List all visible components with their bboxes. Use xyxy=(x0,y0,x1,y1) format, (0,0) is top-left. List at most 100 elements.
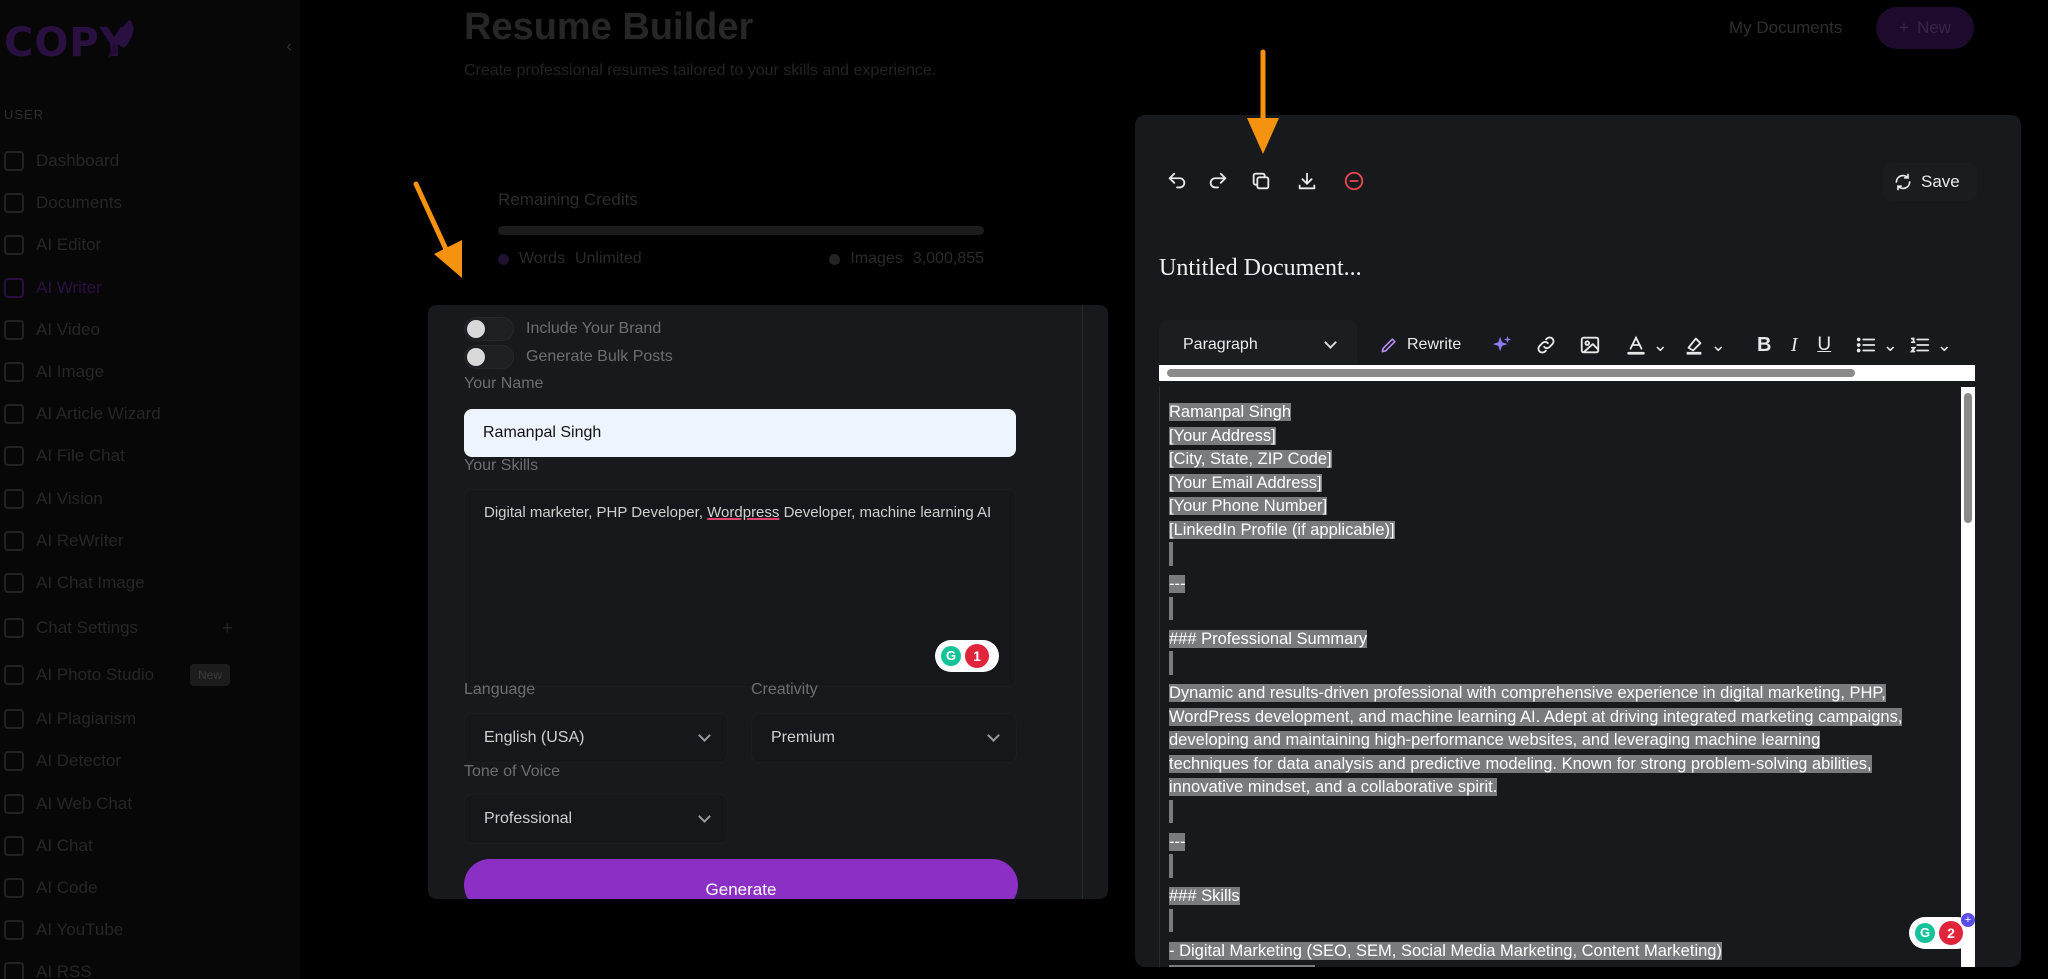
grammarly-badge[interactable]: G 2 + xyxy=(1909,913,1975,949)
grammarly-badge[interactable]: G 1 xyxy=(935,640,999,672)
my-documents-link[interactable]: My Documents xyxy=(1729,18,1842,38)
sidebar-item-ai-rewriter[interactable]: AI ReWriter xyxy=(0,520,300,562)
paragraph-style-value: Paragraph xyxy=(1183,336,1258,353)
sidebar-item-ai-plagiarism[interactable]: AI Plagiarism xyxy=(0,698,300,740)
plus-icon[interactable]: + xyxy=(222,618,233,639)
sidebar-item-ai-article-wizard[interactable]: AI Article Wizard xyxy=(0,393,300,435)
new-document-button[interactable]: + New xyxy=(1876,7,1974,49)
sidebar-item-ai-file-chat[interactable]: AI File Chat xyxy=(0,435,300,477)
rss-icon xyxy=(4,962,24,979)
undo-icon[interactable] xyxy=(1164,170,1190,196)
document-line: --- xyxy=(1169,831,1959,855)
vertical-scrollbar[interactable] xyxy=(1961,387,1975,967)
format-toolbar: Paragraph Rewrite ⌄ ⌄ B I U ⌄ ⌄ xyxy=(1159,319,1975,371)
sidebar-item-chat-settings[interactable]: Chat Settings + xyxy=(0,604,300,652)
numbered-list-icon[interactable] xyxy=(1905,330,1935,360)
sidebar-item-documents[interactable]: Documents xyxy=(0,182,300,224)
collapse-sidebar-icon[interactable]: ‹ xyxy=(276,34,302,60)
line-text xyxy=(1169,854,1173,878)
chevron-down-icon[interactable]: ⌄ xyxy=(1881,330,1899,360)
language-value: English (USA) xyxy=(484,729,585,746)
redo-icon[interactable] xyxy=(1205,170,1231,196)
pencil-icon xyxy=(1381,338,1396,353)
youtube-icon xyxy=(4,920,24,941)
sidebar-item-dashboard[interactable]: Dashboard xyxy=(0,140,300,182)
text-color-icon[interactable] xyxy=(1621,330,1651,360)
sidebar-item-ai-youtube[interactable]: AI YouTube xyxy=(0,909,300,951)
sidebar-item-ai-image[interactable]: AI Image xyxy=(0,351,300,393)
document-content[interactable]: Ramanpal Singh [Your Address] [City, State… xyxy=(1159,387,1975,967)
document-text: Ramanpal Singh [Your Address] [City, State… xyxy=(1169,401,1959,967)
sidebar-item-ai-chat-image[interactable]: AI Chat Image xyxy=(0,562,300,604)
words-dot-icon xyxy=(498,253,509,265)
sidebar-item-label: AI Chat xyxy=(36,835,93,855)
include-brand-row: Include Your Brand xyxy=(464,317,661,341)
line-text: Ramanpal Singh xyxy=(1169,403,1291,421)
sidebar-item-label: AI Writer xyxy=(36,277,102,297)
sidebar-item-ai-chat[interactable]: AI Chat xyxy=(0,825,300,867)
link-icon[interactable] xyxy=(1531,330,1561,360)
name-input[interactable]: Ramanpal Singh xyxy=(464,409,1016,457)
include-brand-toggle[interactable] xyxy=(464,317,514,341)
line-text xyxy=(1169,651,1173,675)
web-chat-icon xyxy=(4,793,24,814)
bold-icon[interactable]: B xyxy=(1749,330,1779,360)
sidebar-item-ai-writer[interactable]: AI Writer xyxy=(0,267,300,309)
sidebar-item-ai-vision[interactable]: AI Vision xyxy=(0,478,300,520)
spelling-flag[interactable]: Wordpress xyxy=(707,504,779,521)
rewrite-button[interactable]: Rewrite xyxy=(1379,335,1461,355)
language-select[interactable]: English (USA) xyxy=(464,713,728,763)
document-line: techniques for data analysis and predict… xyxy=(1169,753,1959,777)
sidebar-item-ai-rss[interactable]: AI RSS xyxy=(0,951,300,979)
scrollbar-thumb[interactable] xyxy=(1964,393,1972,523)
scrollbar-thumb[interactable] xyxy=(1167,369,1855,377)
tone-select[interactable]: Professional xyxy=(464,794,728,844)
sidebar-item-ai-editor[interactable]: AI Editor xyxy=(0,224,300,266)
chevron-down-icon[interactable]: ⌄ xyxy=(1709,330,1727,360)
underline-icon[interactable]: U xyxy=(1809,330,1839,360)
document-line: innovative mindset, and a collaborative … xyxy=(1169,776,1959,800)
bullet-list-icon[interactable] xyxy=(1851,330,1881,360)
copy-icon[interactable] xyxy=(1248,170,1274,196)
document-line: WordPress development, and machine learn… xyxy=(1169,706,1959,730)
chevron-down-icon[interactable]: ⌄ xyxy=(1935,330,1953,360)
document-line: developing and maintaining high-performa… xyxy=(1169,729,1959,753)
sidebar-item-ai-video[interactable]: AI Video xyxy=(0,309,300,351)
save-button[interactable]: Save xyxy=(1883,163,1977,201)
line-text: [Your Email Address] xyxy=(1169,473,1322,492)
line-text: --- xyxy=(1169,832,1186,851)
ai-sparkle-icon[interactable] xyxy=(1487,330,1517,360)
highlight-icon[interactable] xyxy=(1679,330,1709,360)
sidebar-item-ai-photo-studio[interactable]: AI Photo Studio New xyxy=(0,652,300,698)
line-text: WordPress development, and machine learn… xyxy=(1169,707,1903,726)
chevron-down-icon[interactable]: ⌄ xyxy=(1651,330,1669,360)
bulk-posts-row: Generate Bulk Posts xyxy=(464,345,673,369)
document-title[interactable]: Untitled Document... xyxy=(1159,255,1362,282)
horizontal-scrollbar[interactable] xyxy=(1159,365,1975,381)
images-credit: Images 3,000,855 xyxy=(829,250,984,268)
line-text xyxy=(1169,542,1173,566)
download-icon[interactable] xyxy=(1294,170,1320,196)
sidebar-item-ai-web-chat[interactable]: AI Web Chat xyxy=(0,782,300,824)
words-label: Words xyxy=(519,250,565,267)
bulk-posts-toggle[interactable] xyxy=(464,345,514,369)
panel-divider xyxy=(1082,305,1083,899)
editor-icon xyxy=(4,235,24,256)
line-text: developing and maintaining high-performa… xyxy=(1169,731,1821,749)
skills-textarea[interactable]: Digital marketer, PHP Developer, Wordpre… xyxy=(464,489,1016,687)
chevron-down-icon xyxy=(698,810,711,823)
sidebar-item-ai-detector[interactable]: AI Detector xyxy=(0,740,300,782)
sidebar-item-label: AI Editor xyxy=(36,235,102,255)
document-line xyxy=(1169,854,1959,885)
italic-icon[interactable]: I xyxy=(1779,330,1809,360)
paragraph-style-select[interactable]: Paragraph xyxy=(1159,320,1357,370)
document-line xyxy=(1169,651,1959,682)
sidebar-item-ai-code[interactable]: AI Code xyxy=(0,867,300,909)
bulk-posts-label: Generate Bulk Posts xyxy=(526,348,673,365)
creativity-select[interactable]: Premium xyxy=(751,713,1017,763)
line-text: [Your Phone Number] xyxy=(1169,497,1328,515)
line-text: innovative mindset, and a collaborative … xyxy=(1169,778,1498,796)
delete-icon[interactable] xyxy=(1341,170,1367,196)
generate-button[interactable]: Generate xyxy=(464,859,1018,899)
image-icon[interactable] xyxy=(1575,330,1605,360)
